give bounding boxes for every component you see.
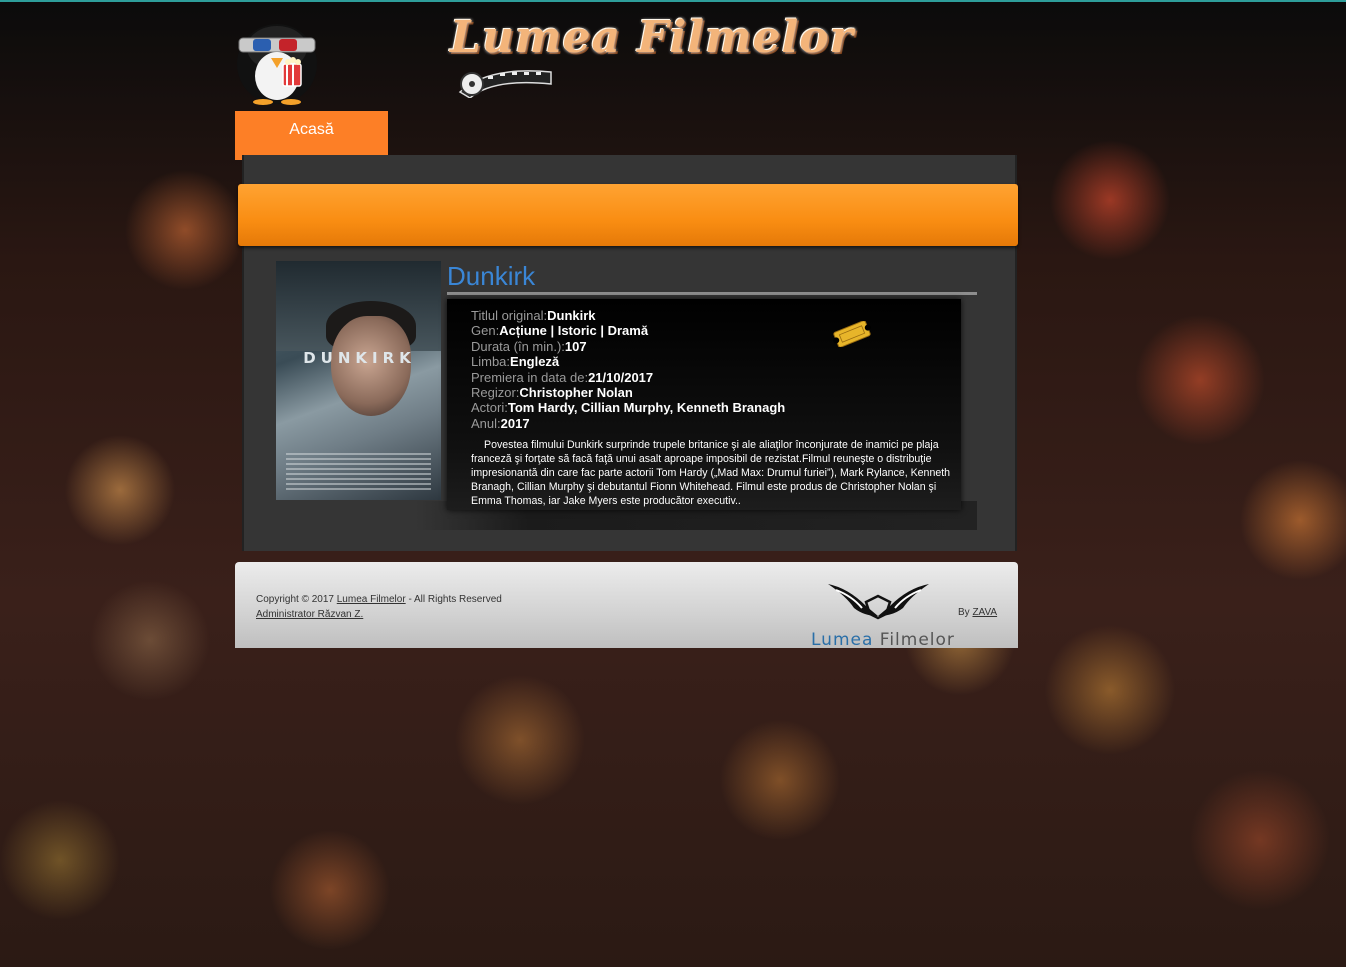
movie-card: DUNKIRK Dunkirk Titlul original:Dunkirk … <box>276 261 977 530</box>
wings-mask-icon <box>828 584 929 620</box>
movie-info-list: Titlul original:Dunkirk Gen:Acțiune | Is… <box>471 308 785 431</box>
footer-site-link[interactable]: Lumea Filmelor <box>337 594 406 605</box>
nav-home-button[interactable]: Acasă <box>235 111 388 160</box>
info-duration: Durata (în min.):107 <box>471 338 587 354</box>
poster-title: DUNKIRK <box>303 349 416 367</box>
cinema-ticket-icon <box>833 321 871 347</box>
movie-details: Titlul original:Dunkirk Gen:Acțiune | Is… <box>447 299 961 510</box>
orange-banner <box>238 184 1018 246</box>
zava-link[interactable]: ZAVA <box>972 607 997 618</box>
credit-by: By ZAVA <box>958 607 998 618</box>
movie-poster[interactable]: DUNKIRK <box>276 261 441 500</box>
info-premiere: Premiera in data de:21/10/2017 <box>471 369 654 385</box>
footer: Copyright © 2017 Lumea Filmelor - All Ri… <box>235 562 1018 650</box>
info-original-title: Titlul original:Dunkirk <box>471 308 596 323</box>
penguin-3d-glasses-icon[interactable] <box>235 18 319 106</box>
info-actors: Actori:Tom Hardy, Cillian Murphy, Kennet… <box>471 400 786 416</box>
movie-title[interactable]: Dunkirk <box>447 261 535 292</box>
title-divider <box>447 292 977 295</box>
info-language: Limba:Engleză <box>471 354 560 370</box>
top-accent-line <box>0 0 1346 2</box>
film-reel-icon <box>458 70 552 98</box>
info-genre: Gen:Acțiune | Istoric | Dramă <box>471 323 649 339</box>
info-year: Anul:2017 <box>471 415 530 431</box>
site-title: Lumea Filmelor <box>450 12 854 63</box>
copyright-text: Copyright © 2017 Lumea Filmelor - All Ri… <box>256 594 502 620</box>
movie-description: Povestea filmului Dunkirk surprinde trup… <box>471 439 951 507</box>
footer-logo[interactable]: Lumea Filmelor <box>811 576 954 650</box>
info-director: Regizor:Christopher Nolan <box>471 385 633 401</box>
admin-link[interactable]: Administrator Răzvan Z. <box>256 609 363 620</box>
